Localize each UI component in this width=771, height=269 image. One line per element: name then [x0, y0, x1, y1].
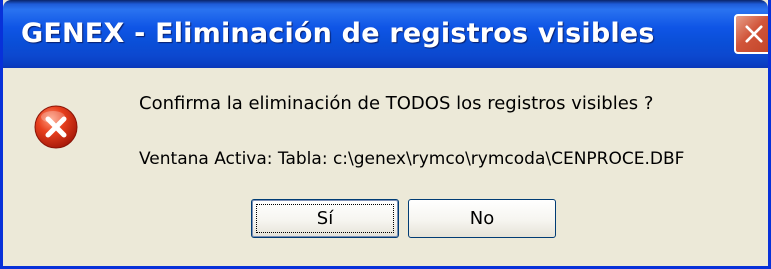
window-title: GENEX - Eliminación de registros visible…	[21, 18, 655, 49]
no-button[interactable]: No	[408, 199, 556, 238]
dialog-window: GENEX - Eliminación de registros visible…	[0, 0, 771, 269]
yes-button-label: Sí	[316, 208, 334, 229]
dialog-content: Confirma la eliminación de TODOS los reg…	[3, 68, 768, 266]
close-icon	[745, 25, 763, 43]
yes-button[interactable]: Sí	[251, 199, 399, 238]
no-button-label: No	[469, 208, 495, 229]
detail-message: Ventana Activa: Tabla: c:\genex\rymco\ry…	[139, 149, 685, 169]
confirmation-message: Confirma la eliminación de TODOS los reg…	[139, 93, 654, 114]
close-button[interactable]	[734, 14, 768, 54]
error-icon	[34, 105, 78, 149]
title-bar[interactable]: GENEX - Eliminación de registros visible…	[3, 0, 768, 68]
